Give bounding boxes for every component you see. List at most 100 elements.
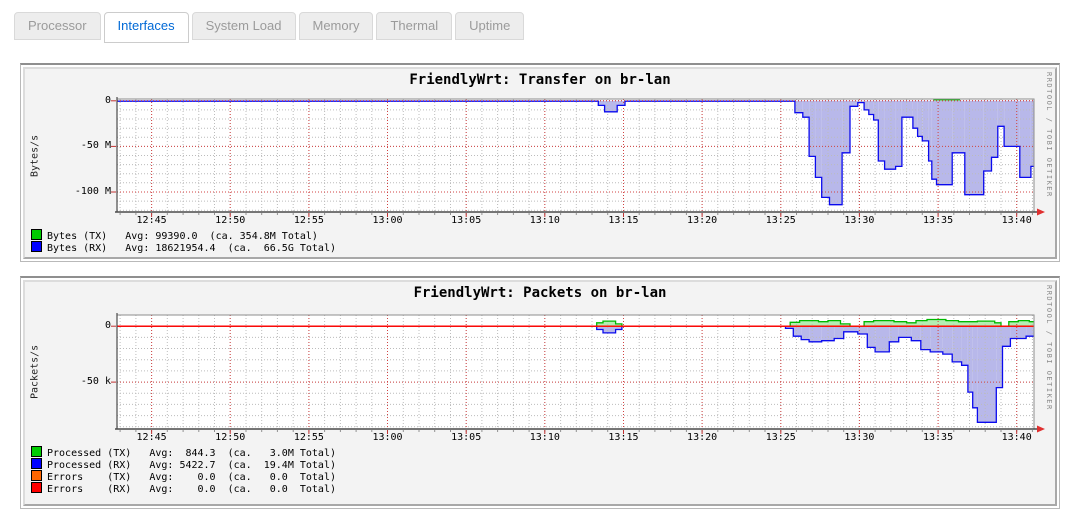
y-tick-label: -50 k [43, 376, 111, 387]
series-area [803, 101, 809, 117]
x-tick-label: 13:20 [680, 215, 724, 226]
y-axis-label: Bytes/s [28, 99, 42, 212]
series-area [946, 321, 959, 327]
series-area [1018, 321, 1029, 327]
series-area [977, 321, 994, 326]
legend-color-swatch [31, 241, 42, 252]
graph-title: FriendlyWrt: Packets on br-lan [25, 285, 1055, 301]
series-area [916, 321, 927, 327]
series-area [932, 101, 937, 179]
series-area [1010, 326, 1026, 338]
series-area [1020, 101, 1031, 178]
x-tick-label: 13:00 [366, 432, 410, 443]
series-area [968, 326, 973, 392]
x-tick-label: 12:45 [130, 215, 174, 226]
x-tick-label: 13:05 [444, 432, 488, 443]
series-area [1003, 326, 1011, 346]
x-tick-label: 13:10 [523, 432, 567, 443]
series-area [992, 101, 998, 158]
series-area [937, 101, 953, 185]
series-area [1029, 322, 1034, 327]
tab-uptime[interactable]: Uptime [455, 12, 524, 40]
series-area [927, 320, 946, 327]
series-area [913, 101, 918, 128]
series-area [793, 326, 801, 336]
series-area [1004, 101, 1020, 147]
series-area [952, 326, 961, 362]
transfer-graph-image: FriendlyWrt: Transfer on br-lan Bytes/s … [23, 67, 1057, 259]
series-area [885, 101, 896, 169]
series-area [864, 322, 874, 327]
series-area [921, 326, 930, 349]
x-tick-label: 13:25 [759, 215, 803, 226]
x-tick-label: 13:25 [759, 432, 803, 443]
legend-color-swatch [31, 482, 42, 493]
legend-item: Bytes (RX) Avg: 18621954.4 (ca. 66.5G To… [31, 241, 336, 254]
series-area [943, 326, 952, 354]
tab-processor[interactable]: Processor [14, 12, 101, 40]
series-area [894, 322, 907, 327]
x-tick-label: 13:00 [366, 215, 410, 226]
tab-interfaces[interactable]: Interfaces [104, 12, 189, 43]
x-tick-label: 13:05 [444, 215, 488, 226]
legend-label: Errors (RX) Avg: 0.0 (ca. 0.0 Total) [47, 484, 336, 495]
tab-thermal[interactable]: Thermal [376, 12, 452, 40]
x-tick-label: 12:50 [208, 432, 252, 443]
packets-graph-box: FriendlyWrt: Packets on br-lan Packets/s… [20, 276, 1060, 509]
x-tick-label: 13:40 [995, 432, 1039, 443]
x-tick-label: 13:30 [837, 432, 881, 443]
rrdtool-watermark: RRDTOOL / TOBI OETIKER [1045, 72, 1053, 198]
x-tick-label: 13:10 [523, 215, 567, 226]
x-tick-label: 13:15 [601, 215, 645, 226]
y-tick-label: -50 M [43, 140, 111, 151]
series-area [867, 326, 875, 347]
x-tick-label: 12:45 [130, 432, 174, 443]
legend-color-swatch [31, 446, 42, 457]
series-area [911, 326, 921, 341]
series-area [828, 321, 841, 327]
x-tick-label: 13:20 [680, 432, 724, 443]
series-area [834, 326, 844, 338]
x-tick-label: 12:55 [287, 432, 331, 443]
series-area [899, 326, 912, 337]
legend-label: Bytes (RX) Avg: 18621954.4 (ca. 66.5G To… [47, 243, 336, 254]
series-area [902, 101, 913, 117]
series-area [830, 101, 843, 205]
series-area [973, 326, 978, 408]
x-tick-label: 13:35 [916, 432, 960, 443]
tab-bar: ProcessorInterfacesSystem LoadMemoryTher… [0, 0, 1068, 43]
series-area [819, 322, 829, 327]
series-area [809, 326, 822, 342]
y-tick-label: 0 [43, 320, 111, 331]
series-area [869, 101, 874, 115]
series-area [922, 101, 928, 141]
series-area [850, 101, 858, 107]
series-area [996, 326, 1002, 387]
x-tick-label: 13:15 [601, 432, 645, 443]
legend-color-swatch [31, 229, 42, 240]
series-area [800, 321, 819, 327]
x-tick-label: 13:40 [995, 215, 1039, 226]
tab-system-load[interactable]: System Load [192, 12, 296, 40]
series-area [598, 101, 604, 106]
series-area [617, 101, 625, 106]
series-area [896, 101, 902, 167]
graph-title: FriendlyWrt: Transfer on br-lan [25, 72, 1055, 88]
x-tick-label: 12:55 [287, 215, 331, 226]
tab-memory[interactable]: Memory [299, 12, 374, 40]
x-tick-label: 12:50 [208, 215, 252, 226]
series-area [603, 326, 616, 333]
series-area [844, 326, 858, 332]
legend-color-swatch [31, 458, 42, 469]
series-area [874, 101, 879, 120]
y-tick-label: 0 [43, 95, 111, 106]
series-area [965, 101, 984, 195]
rrdtool-watermark: RRDTOOL / TOBI OETIKER [1045, 285, 1053, 411]
legend-item: Errors (RX) Avg: 0.0 (ca. 0.0 Total) [31, 482, 336, 495]
legend-color-swatch [31, 470, 42, 481]
series-area [815, 101, 821, 178]
series-area [959, 322, 978, 327]
series-area [1009, 322, 1019, 327]
series-area [864, 101, 869, 110]
transfer-graph-box: FriendlyWrt: Transfer on br-lan Bytes/s … [20, 63, 1060, 262]
